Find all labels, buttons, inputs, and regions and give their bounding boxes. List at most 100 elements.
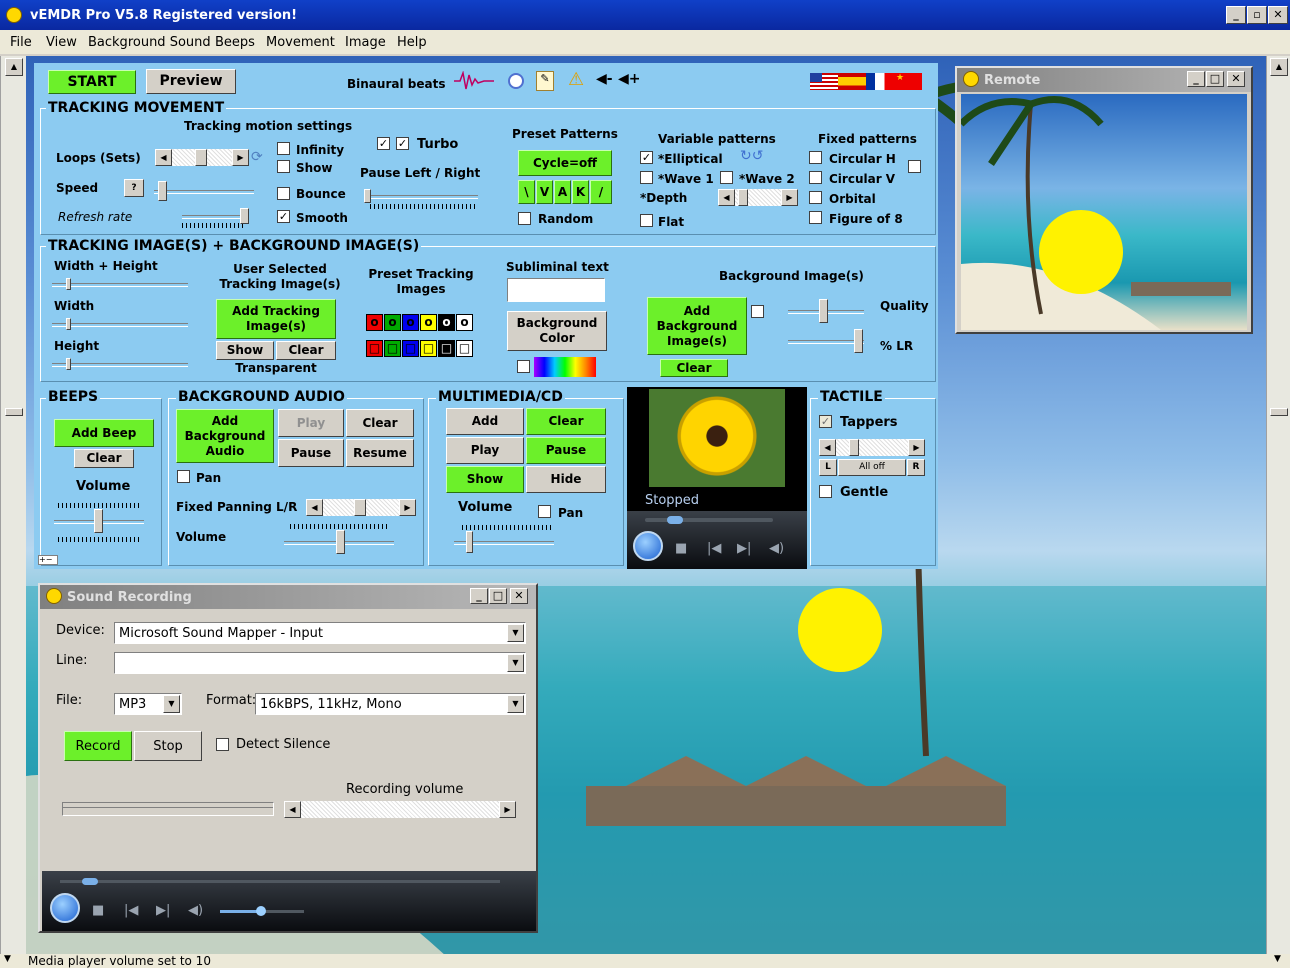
width-thumb[interactable] <box>66 318 71 330</box>
rec-seek-thumb[interactable] <box>82 878 98 885</box>
rec-close-button[interactable]: ✕ <box>510 588 528 604</box>
bg-audio-play-button[interactable]: Play <box>278 409 344 437</box>
width-slider[interactable] <box>52 323 188 327</box>
menu-file[interactable]: File <box>10 35 32 50</box>
bg-audio-resume-button[interactable]: Resume <box>346 439 414 467</box>
add-tracking-image-button[interactable]: Add Tracking Image(s) <box>216 299 336 339</box>
beep-volume-thumb[interactable] <box>94 509 103 533</box>
menu-help[interactable]: Help <box>397 35 427 50</box>
depth-scrollbar[interactable]: ◀ ▶ <box>718 189 798 206</box>
preview-button[interactable]: Preview <box>146 69 236 94</box>
previous-icon[interactable]: |◀ <box>707 541 721 556</box>
preset-yellow-ball[interactable]: o <box>420 314 437 331</box>
scroll-up-arrow-icon[interactable]: ▲ <box>5 58 23 76</box>
fixed-panning-scrollbar[interactable]: ◀ ▶ <box>306 499 416 516</box>
preset-yellow-square[interactable]: □ <box>420 340 437 357</box>
device-dropdown-icon[interactable]: ▼ <box>507 624 524 642</box>
add-background-audio-button[interactable]: Add Background Audio <box>176 409 274 463</box>
mm-play-button[interactable]: Play <box>446 437 524 464</box>
clear-background-button[interactable]: Clear <box>660 359 728 377</box>
preset-green-square[interactable]: □ <box>384 340 401 357</box>
remote-minimize-button[interactable]: _ <box>1187 71 1205 87</box>
rec-previous-icon[interactable]: |◀ <box>124 903 138 918</box>
flat-checkbox[interactable] <box>640 214 653 227</box>
bounce-checkbox[interactable] <box>277 187 290 200</box>
lr-slider[interactable] <box>788 340 864 344</box>
menu-image[interactable]: Image <box>345 35 386 50</box>
speed-slider-thumb[interactable] <box>158 181 167 201</box>
preset-v-button[interactable]: V <box>536 180 553 204</box>
mm-volume-thumb[interactable] <box>466 531 473 553</box>
restore-button[interactable]: ▫ <box>1247 6 1267 24</box>
preset-black-ball[interactable]: o <box>438 314 455 331</box>
recording-volume-scrollbar[interactable]: ◀ ▶ <box>284 801 516 818</box>
rec-play-icon[interactable] <box>50 893 80 923</box>
volume-up-icon[interactable]: ◀+ <box>618 71 641 87</box>
circular-h-checkbox[interactable] <box>809 151 822 164</box>
bg-audio-pan-checkbox[interactable] <box>177 470 190 483</box>
line-select[interactable]: ▼ <box>114 652 526 674</box>
tappers-scrollbar[interactable]: ◀ ▶ <box>819 439 925 456</box>
subliminal-input[interactable] <box>507 278 605 302</box>
mm-pan-checkbox[interactable] <box>538 505 551 518</box>
remote-maximize-button[interactable]: □ <box>1206 71 1224 87</box>
format-select[interactable]: 16kBPS, 11kHz, Mono ▼ <box>255 693 526 715</box>
preset-diag-left-button[interactable]: \ <box>518 180 535 204</box>
spanish-flag-icon[interactable] <box>838 73 866 90</box>
show-checkbox[interactable] <box>277 160 290 173</box>
mm-add-button[interactable]: Add <box>446 408 524 435</box>
rec-next-icon[interactable]: ▶| <box>156 903 170 918</box>
circular-extra-checkbox[interactable] <box>908 160 921 173</box>
scroll-thumb[interactable] <box>1270 408 1288 416</box>
preset-white-ball[interactable]: o <box>456 314 473 331</box>
rec-maximize-button[interactable]: □ <box>489 588 507 604</box>
lr-thumb[interactable] <box>854 329 863 353</box>
play-icon[interactable] <box>633 531 663 561</box>
menu-view[interactable]: View <box>46 35 77 50</box>
refresh-rate-thumb[interactable] <box>240 208 249 224</box>
height-slider[interactable] <box>52 363 188 367</box>
rec-seek-bar[interactable] <box>60 880 500 883</box>
device-select[interactable]: Microsoft Sound Mapper - Input ▼ <box>114 622 526 644</box>
preset-diag-right-button[interactable]: / <box>590 180 612 204</box>
gentle-checkbox[interactable] <box>819 485 832 498</box>
add-background-image-button[interactable]: Add Background Image(s) <box>647 297 747 355</box>
speed-slider[interactable] <box>154 190 254 194</box>
color-checkbox[interactable] <box>517 360 530 373</box>
mm-clear-button[interactable]: Clear <box>526 408 606 435</box>
notes-icon[interactable]: ✎ <box>536 71 554 91</box>
refresh-rate-slider[interactable] <box>182 215 248 219</box>
show-tracking-button[interactable]: Show <box>216 341 274 360</box>
width-height-slider[interactable] <box>52 283 188 287</box>
record-icon[interactable] <box>508 73 524 89</box>
seek-bar[interactable] <box>645 518 773 522</box>
volume-icon[interactable]: ◀) <box>769 541 784 556</box>
menu-beeps[interactable]: Beeps <box>215 35 255 50</box>
width-height-thumb[interactable] <box>66 278 71 290</box>
loops-scrollbar[interactable]: ◀ ▶ <box>155 149 249 166</box>
expand-icon[interactable]: +− <box>38 555 58 565</box>
chinese-flag-icon[interactable]: ★ <box>894 73 922 90</box>
minimize-button[interactable]: _ <box>1226 6 1246 24</box>
remote-close-button[interactable]: ✕ <box>1227 71 1245 87</box>
preset-white-square[interactable]: □ <box>456 340 473 357</box>
volume-down-icon[interactable]: ◀- <box>596 71 613 87</box>
rec-volume-thumb[interactable] <box>256 906 266 916</box>
preset-blue-square[interactable]: □ <box>402 340 419 357</box>
quality-thumb[interactable] <box>819 299 828 323</box>
bg-audio-clear-button[interactable]: Clear <box>346 409 414 437</box>
start-button[interactable]: START <box>48 70 136 94</box>
elliptical-checkbox[interactable]: ✓ <box>640 151 653 164</box>
figure8-checkbox[interactable] <box>809 211 822 224</box>
rotate-icons[interactable]: ↻↺ <box>740 148 763 164</box>
infinity-checkbox[interactable] <box>277 142 290 155</box>
stop-button[interactable]: Stop <box>134 731 202 761</box>
rec-volume-icon[interactable]: ◀) <box>188 903 203 918</box>
clear-beep-button[interactable]: Clear <box>74 449 134 468</box>
bg-audio-pause-button[interactable]: Pause <box>278 439 344 467</box>
menu-movement[interactable]: Movement <box>266 35 335 50</box>
background-color-button[interactable]: Background Color <box>507 311 607 351</box>
stop-icon[interactable]: ■ <box>675 541 687 556</box>
clear-tracking-button[interactable]: Clear <box>276 341 336 360</box>
tapper-all-off-button[interactable]: All off <box>838 459 906 476</box>
